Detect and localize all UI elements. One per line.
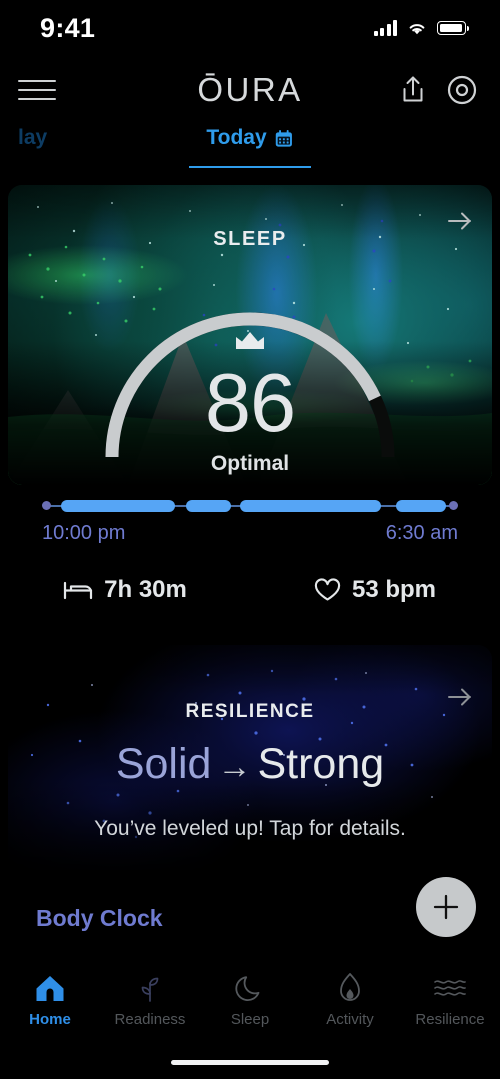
timeline-end-marker — [449, 501, 458, 510]
app-screen: 9:41 ŌURA lay Today SLEEP 86 Optimal 10:… — [0, 0, 500, 1079]
nav-label-home: Home — [29, 1011, 71, 1028]
sleep-stats-row: 7h 30m 53 bpm — [0, 576, 500, 604]
sleep-end-time: 6:30 am — [385, 522, 458, 544]
plus-icon — [433, 894, 459, 920]
sleep-card-label: SLEEP — [213, 228, 287, 250]
hamburger-menu-icon[interactable] — [18, 75, 56, 105]
status-bar: 9:41 — [0, 0, 500, 56]
resilience-card-label: RESILIENCE — [185, 701, 315, 722]
status-time: 9:41 — [40, 12, 96, 43]
nav-label-activity: Activity — [326, 1011, 374, 1028]
nav-label-resilience: Resilience — [415, 1011, 485, 1028]
nav-item-resilience[interactable]: Resilience — [400, 971, 500, 1028]
battery-icon — [437, 21, 469, 35]
sleep-score-state: Optimal — [210, 452, 290, 475]
wifi-icon — [409, 24, 425, 35]
resilience-card[interactable]: RESILIENCE Solid → Strong You’ve leveled u… — [8, 645, 492, 870]
brand-logo: ŌURA — [197, 71, 303, 108]
tab-today[interactable]: Today — [206, 126, 293, 150]
arrow-right-glyph: → — [217, 748, 252, 786]
flame-icon — [336, 971, 364, 1005]
tab-active-underline — [189, 166, 311, 168]
share-icon[interactable] — [398, 74, 428, 106]
home-indicator — [171, 1060, 329, 1065]
waves-icon — [433, 971, 467, 1005]
sleep-score: 86 — [204, 356, 296, 449]
nav-item-activity[interactable]: Activity — [300, 971, 400, 1028]
bed-icon — [64, 581, 93, 600]
home-icon — [34, 971, 66, 1005]
nav-item-readiness[interactable]: Readiness — [100, 971, 200, 1028]
status-icons — [373, 20, 469, 36]
crown-icon — [236, 332, 264, 349]
oura-ring-icon[interactable] — [446, 74, 478, 106]
sleep-start-time: 10:00 pm — [42, 522, 126, 544]
add-button[interactable] — [416, 877, 476, 937]
tab-previous-day[interactable]: lay — [18, 126, 47, 150]
resting-hr-stat: 53 bpm — [250, 576, 500, 604]
timeline-segment — [395, 500, 446, 512]
heart-icon — [314, 578, 341, 601]
arrow-right-icon[interactable] — [446, 209, 474, 233]
sleep-timeline[interactable] — [42, 498, 458, 514]
resilience-subtitle: You’ve leveled up! Tap for details. — [94, 817, 406, 840]
resilience-headline: Solid → Strong — [8, 740, 492, 789]
nav-label-sleep: Sleep — [230, 1011, 270, 1028]
moon-icon — [235, 971, 265, 1005]
resting-hr-value: 53 bpm — [351, 576, 437, 603]
timeline-segment — [60, 500, 176, 512]
resilience-from-level: Solid — [115, 740, 212, 788]
sleep-card[interactable]: SLEEP 86 Optimal — [8, 185, 492, 485]
timeline-segment — [239, 500, 382, 512]
timeline-segment — [185, 500, 232, 512]
cellular-bars-icon — [373, 20, 397, 36]
resilience-to-level: Strong — [257, 740, 385, 788]
sleep-duration-stat: 7h 30m — [0, 576, 250, 604]
body-clock-section-title[interactable]: Body Clock — [36, 905, 163, 932]
sleep-duration-value: 7h 30m — [104, 576, 187, 603]
nav-item-home[interactable]: Home — [0, 971, 100, 1028]
header-actions — [398, 74, 478, 106]
sprout-icon — [134, 971, 166, 1005]
arrow-right-icon[interactable] — [446, 685, 474, 709]
tab-today-label: Today — [206, 126, 267, 149]
date-tabs: lay Today — [0, 122, 500, 168]
nav-label-readiness: Readiness — [114, 1011, 186, 1028]
calendar-icon — [276, 129, 293, 147]
tab-previous-day-label: lay — [18, 126, 48, 149]
timeline-times: 10:00 pm 6:30 am — [42, 522, 458, 545]
nav-item-sleep[interactable]: Sleep — [200, 971, 300, 1028]
app-header: ŌURA — [0, 60, 500, 120]
timeline-start-marker — [42, 501, 51, 510]
